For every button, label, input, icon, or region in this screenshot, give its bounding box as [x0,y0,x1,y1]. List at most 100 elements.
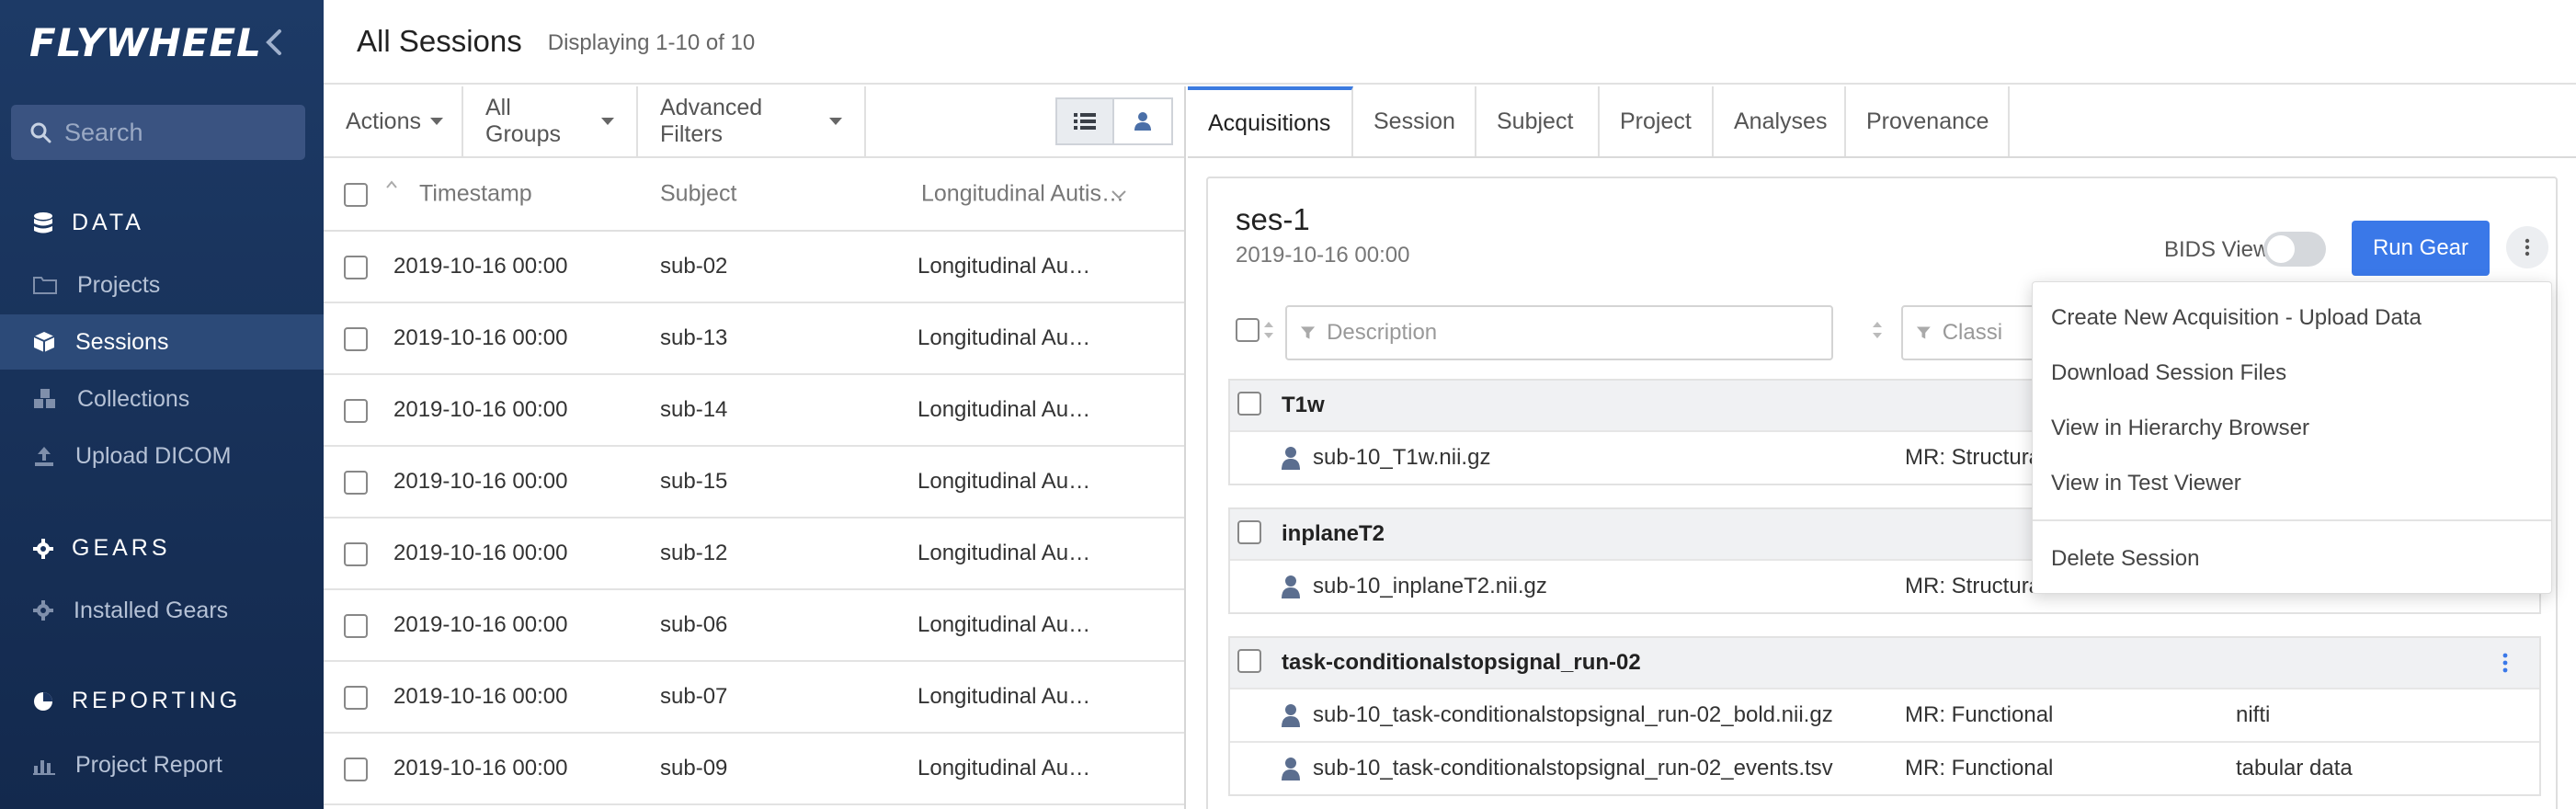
tab-acquisitions[interactable]: Acquisitions [1188,86,1353,156]
file-name[interactable]: sub-10_inplaneT2.nii.gz [1313,574,1547,599]
acquisition-checkbox[interactable] [1237,520,1261,544]
kebab-menu-icon [2525,238,2530,256]
row-checkbox[interactable] [344,471,368,495]
table-row[interactable]: 2019-10-16 00:00 sub-12 Longitudinal Au… [324,518,1184,590]
acquisition-checkbox[interactable] [1237,649,1261,673]
description-filter-input[interactable] [1327,320,1831,346]
cube-icon [33,332,55,352]
tab-session[interactable]: Session [1353,86,1476,156]
list-toolbar: Actions All Groups Advanced Filters [324,86,1184,158]
cell-project: Longitudinal Au… [918,756,1091,781]
cell-project: Longitudinal Au… [918,612,1091,637]
row-checkbox[interactable] [344,542,368,566]
caret-down-icon [601,118,614,125]
select-all-checkbox[interactable] [344,183,368,207]
cell-project: Longitudinal Au… [918,397,1091,422]
user-icon [1282,704,1300,727]
tab-provenance[interactable]: Provenance [1846,86,2010,156]
description-filter[interactable] [1285,305,1833,360]
sidebar-item-project-report[interactable]: Project Report [0,737,324,792]
run-gear-button[interactable]: Run Gear [2352,221,2490,276]
detail-tabs: Acquisitions Session Subject Project Ana… [1188,86,2576,158]
sidebar-item-projects[interactable]: Projects [0,257,324,313]
list-view-button[interactable] [1055,97,1114,145]
actions-dropdown[interactable]: Actions [324,86,463,156]
cell-timestamp: 2019-10-16 00:00 [393,397,568,422]
cell-timestamp: 2019-10-16 00:00 [393,469,568,494]
sidebar-item-sessions[interactable]: Sessions [0,314,324,370]
table-row[interactable]: 2019-10-16 00:00 sub-06 Longitudinal Au… [324,590,1184,662]
menu-item-test-viewer[interactable]: View in Test Viewer [2033,459,2551,508]
page-header: All Sessions Displaying 1-10 of 10 [324,0,2576,85]
row-checkbox[interactable] [344,686,368,710]
sort-icon[interactable] [1870,318,1885,342]
advanced-filters-dropdown[interactable]: Advanced Filters [638,86,866,156]
kebab-menu-icon[interactable] [2502,653,2508,673]
table-row[interactable]: 2019-10-16 00:00 sub-13 Longitudinal Au… [324,303,1184,375]
tab-subject[interactable]: Subject [1476,86,1600,156]
acquisition-name: task-conditionalstopsignal_run-02 [1282,650,1641,675]
column-header-project[interactable]: Longitudinal Autis… [921,181,1124,208]
cell-subject: sub-14 [660,397,728,422]
filter-icon [1916,326,1931,339]
menu-item-hierarchy-browser[interactable]: View in Hierarchy Browser [2033,404,2551,453]
bids-view-toggle[interactable] [2263,232,2326,267]
cell-subject: sub-09 [660,756,728,781]
database-icon [34,211,52,233]
user-icon [1282,758,1300,781]
table-row[interactable]: 2019-10-16 00:00 sub-07 Longitudinal Au… [324,662,1184,734]
section-data: DATA [33,210,144,236]
column-header-timestamp[interactable]: Timestamp [419,181,532,208]
cell-timestamp: 2019-10-16 00:00 [393,541,568,565]
user-icon [1134,112,1151,131]
select-all-acquisitions-checkbox[interactable] [1236,318,1260,342]
sort-up-icon[interactable] [386,180,397,189]
menu-item-delete-session[interactable]: Delete Session [2033,534,2551,584]
file-row[interactable]: sub-10_task-conditionalstopsignal_run-02… [1230,688,2539,741]
table-row[interactable]: 2019-10-16 00:00 sub-14 Longitudinal Au… [324,375,1184,447]
acquisition-header[interactable]: task-conditionalstopsignal_run-02 [1230,638,2539,688]
file-name[interactable]: sub-10_T1w.nii.gz [1313,445,1490,471]
sort-icon[interactable] [1261,318,1276,342]
search-input[interactable] [64,118,303,147]
table-row[interactable]: 2019-10-16 00:00 sub-02 Longitudinal Au… [324,232,1184,303]
subject-view-button[interactable] [1114,97,1173,145]
search-icon [30,122,51,143]
sidebar-item-label: Sessions [75,328,169,355]
caret-down-icon [429,118,443,125]
groups-dropdown[interactable]: All Groups [463,86,638,156]
row-checkbox[interactable] [344,399,368,423]
cell-subject: sub-07 [660,684,728,709]
file-name[interactable]: sub-10_task-conditionalstopsignal_run-02… [1313,756,1833,781]
upload-icon [35,447,53,466]
sidebar-item-collections[interactable]: Collections [0,371,324,427]
collapse-sidebar-button[interactable] [259,24,291,61]
column-header-subject[interactable]: Subject [660,181,736,208]
menu-divider [2033,519,2551,521]
tab-project[interactable]: Project [1600,86,1714,156]
menu-item-download-session[interactable]: Download Session Files [2033,348,2551,398]
file-name[interactable]: sub-10_task-conditionalstopsignal_run-02… [1313,702,1833,728]
tab-analyses[interactable]: Analyses [1714,86,1846,156]
table-row[interactable]: 2019-10-16 00:00 sub-15 Longitudinal Au… [324,447,1184,518]
table-row[interactable]: 2019-10-16 00:00 sub-09 Longitudinal Au… [324,734,1184,805]
row-checkbox[interactable] [344,614,368,638]
cell-timestamp: 2019-10-16 00:00 [393,325,568,350]
row-checkbox[interactable] [344,256,368,279]
row-checkbox[interactable] [344,327,368,351]
chevron-down-icon[interactable] [1111,189,1127,200]
section-reporting-label: REPORTING [72,688,242,713]
sidebar-item-installed-gears[interactable]: Installed Gears [0,583,324,638]
logo-row: FLYWHEEL [0,0,324,85]
acquisition-checkbox[interactable] [1237,392,1261,416]
sessions-table-body: 2019-10-16 00:00 sub-02 Longitudinal Au…… [324,232,1184,805]
acquisition-name: T1w [1282,393,1325,417]
sessions-list-panel: Actions All Groups Advanced Filters Time… [324,86,1186,809]
row-checkbox[interactable] [344,758,368,781]
file-row[interactable]: sub-10_task-conditionalstopsignal_run-02… [1230,741,2539,794]
more-options-button[interactable] [2506,226,2548,268]
search-field[interactable] [11,105,305,160]
sidebar-item-upload-dicom[interactable]: Upload DICOM [0,428,324,484]
cell-subject: sub-02 [660,254,728,279]
menu-item-create-acquisition[interactable]: Create New Acquisition - Upload Data [2033,293,2551,343]
